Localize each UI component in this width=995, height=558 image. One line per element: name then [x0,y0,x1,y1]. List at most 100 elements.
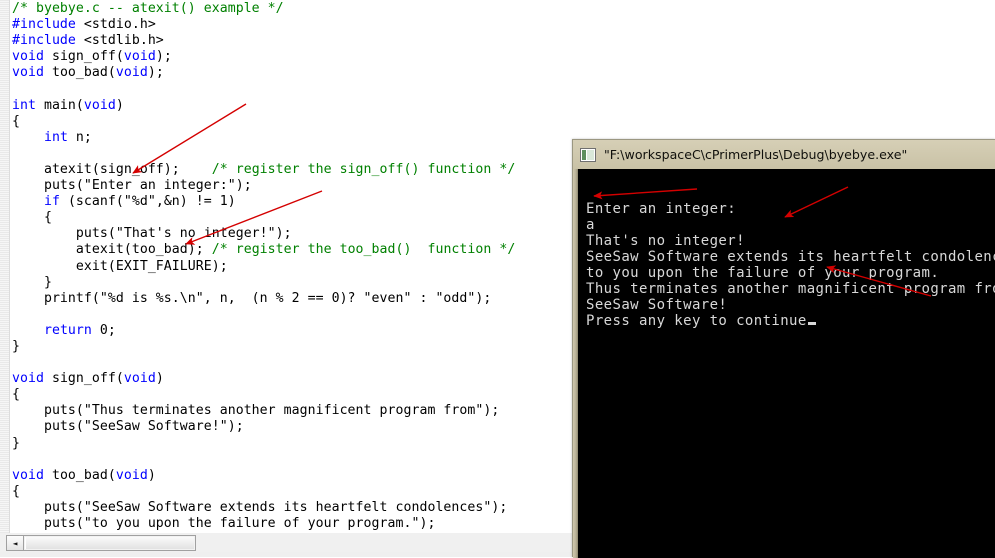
code-token: <stdio.h> [83,17,156,33]
horizontal-scrollbar-track[interactable]: ◄ [6,535,196,551]
code-line: atexit(too_bad); /* register the too_bad… [12,242,515,258]
source-code-text[interactable]: /* byebye.c -- atexit() example */#inclu… [12,1,515,548]
code-token: void [12,49,44,65]
code-token: void [123,49,156,65]
code-line: puts("That's no integer!"); [12,226,515,242]
code-line: #include <stdlib.h> [12,33,515,49]
code-token: /* register the sign_off() function */ [211,161,516,177]
code-token: /* register the too_bad() function */ [211,242,516,258]
code-token: printf("%d is %s.\n", n, (n % 2 == 0)? "… [12,290,492,306]
code-line: { [12,114,515,130]
code-line: atexit(sign_off); /* register the sign_o… [12,162,515,178]
code-line: puts("Thus terminates another magnificen… [12,403,515,419]
code-token: ); [155,49,172,65]
code-token: 0; [91,322,116,338]
code-editor[interactable]: /* byebye.c -- atexit() example */#inclu… [0,0,580,557]
code-token: atexit(sign_off); [12,161,212,177]
console-output-text: Enter an integer: a That's no integer! SeeS… [586,201,995,329]
code-token: return [43,322,92,338]
console-title-text: "F:\workspaceC\cPrimerPlus\Debug\byebye.… [604,147,908,162]
console-output-area[interactable]: Enter an integer: a That's no integer! SeeS… [578,169,995,558]
code-line: { [12,484,515,500]
code-line: puts("to you upon the failure of your pr… [12,516,515,532]
code-token: void [115,65,148,81]
code-token: { [12,113,20,129]
code-line: /* byebye.c -- atexit() example */ [12,1,515,17]
console-output-line: a [586,217,595,233]
code-line: puts("SeeSaw Software extends its heartf… [12,500,515,516]
code-token: puts("SeeSaw Software!"); [12,419,244,435]
console-output-line: That's no integer! [586,233,745,249]
code-token: { [12,483,20,499]
code-token: void [83,97,116,113]
code-line: int main(void) [12,98,515,114]
console-window-icon [580,147,596,162]
code-token: void [115,467,148,483]
console-output-line: Enter an integer: [586,201,737,217]
console-output-line: to you upon the failure of your program. [586,265,940,281]
code-token: (scanf("%d",&n) != 1) [59,194,236,210]
code-token: exit(EXIT_FAILURE); [12,258,228,274]
code-line: { [12,387,515,403]
code-token: ) [115,97,124,113]
code-token: ) [155,371,164,387]
code-token: } [12,338,20,354]
code-token: if [43,194,60,210]
code-token: #include [12,17,84,33]
code-token: main( [35,97,84,113]
code-token: ); [147,65,164,81]
console-titlebar[interactable]: "F:\workspaceC\cPrimerPlus\Debug\byebye.… [573,140,995,169]
code-line: } [12,339,515,355]
console-output-line: Thus terminates another magnificent prog… [586,281,995,297]
code-token: } [12,274,52,290]
console-output-line: Press any key to continue [586,313,995,329]
console-output-line: SeeSaw Software! [586,297,728,313]
code-token: sign_off( [43,49,124,65]
code-line: if (scanf("%d",&n) != 1) [12,194,515,210]
editor-horizontal-scrollbar[interactable]: ◄ [0,533,580,552]
code-token: ) [147,467,156,483]
code-token: n; [67,129,92,145]
code-token: void [12,371,44,387]
code-line: void too_bad(void); [12,65,515,81]
code-token: puts("Enter an integer:"); [12,178,252,194]
code-line: int n; [12,130,515,146]
code-line: void sign_off(void) [12,371,515,387]
code-token: void [12,65,44,81]
code-token: puts("That's no integer!"); [12,226,292,242]
code-token: int [12,97,36,113]
code-token: too_bad( [43,65,116,81]
code-line: } [12,436,515,452]
code-line: return 0; [12,323,515,339]
code-line: } [12,275,515,291]
code-line: exit(EXIT_FAILURE); [12,259,515,275]
code-token: puts("Thus terminates another magnificen… [12,403,500,419]
horizontal-scrollbar-thumb[interactable] [25,537,194,549]
scroll-left-arrow-icon[interactable]: ◄ [7,536,24,550]
editor-gutter [0,0,10,539]
code-line: { [12,210,515,226]
code-line: void too_bad(void) [12,468,515,484]
code-token: atexit(too_bad); [12,242,212,258]
code-token: puts("SeeSaw Software extends its heartf… [12,499,508,515]
code-token: puts("to you upon the failure of your pr… [12,516,436,531]
code-line: puts("Enter an integer:"); [12,178,515,194]
code-token: void [12,467,44,483]
console-window[interactable]: "F:\workspaceC\cPrimerPlus\Debug\byebye.… [572,139,995,558]
code-token: /* byebye.c -- atexit() example */ [12,1,284,16]
code-token: #include [12,33,84,49]
code-token: { [12,387,20,403]
code-token: { [12,210,52,226]
console-cursor [807,322,816,325]
code-line: puts("SeeSaw Software!"); [12,419,515,435]
code-line: #include <stdio.h> [12,17,515,33]
code-token: <stdlib.h> [83,33,164,49]
editor-bottom-filler [0,552,580,557]
